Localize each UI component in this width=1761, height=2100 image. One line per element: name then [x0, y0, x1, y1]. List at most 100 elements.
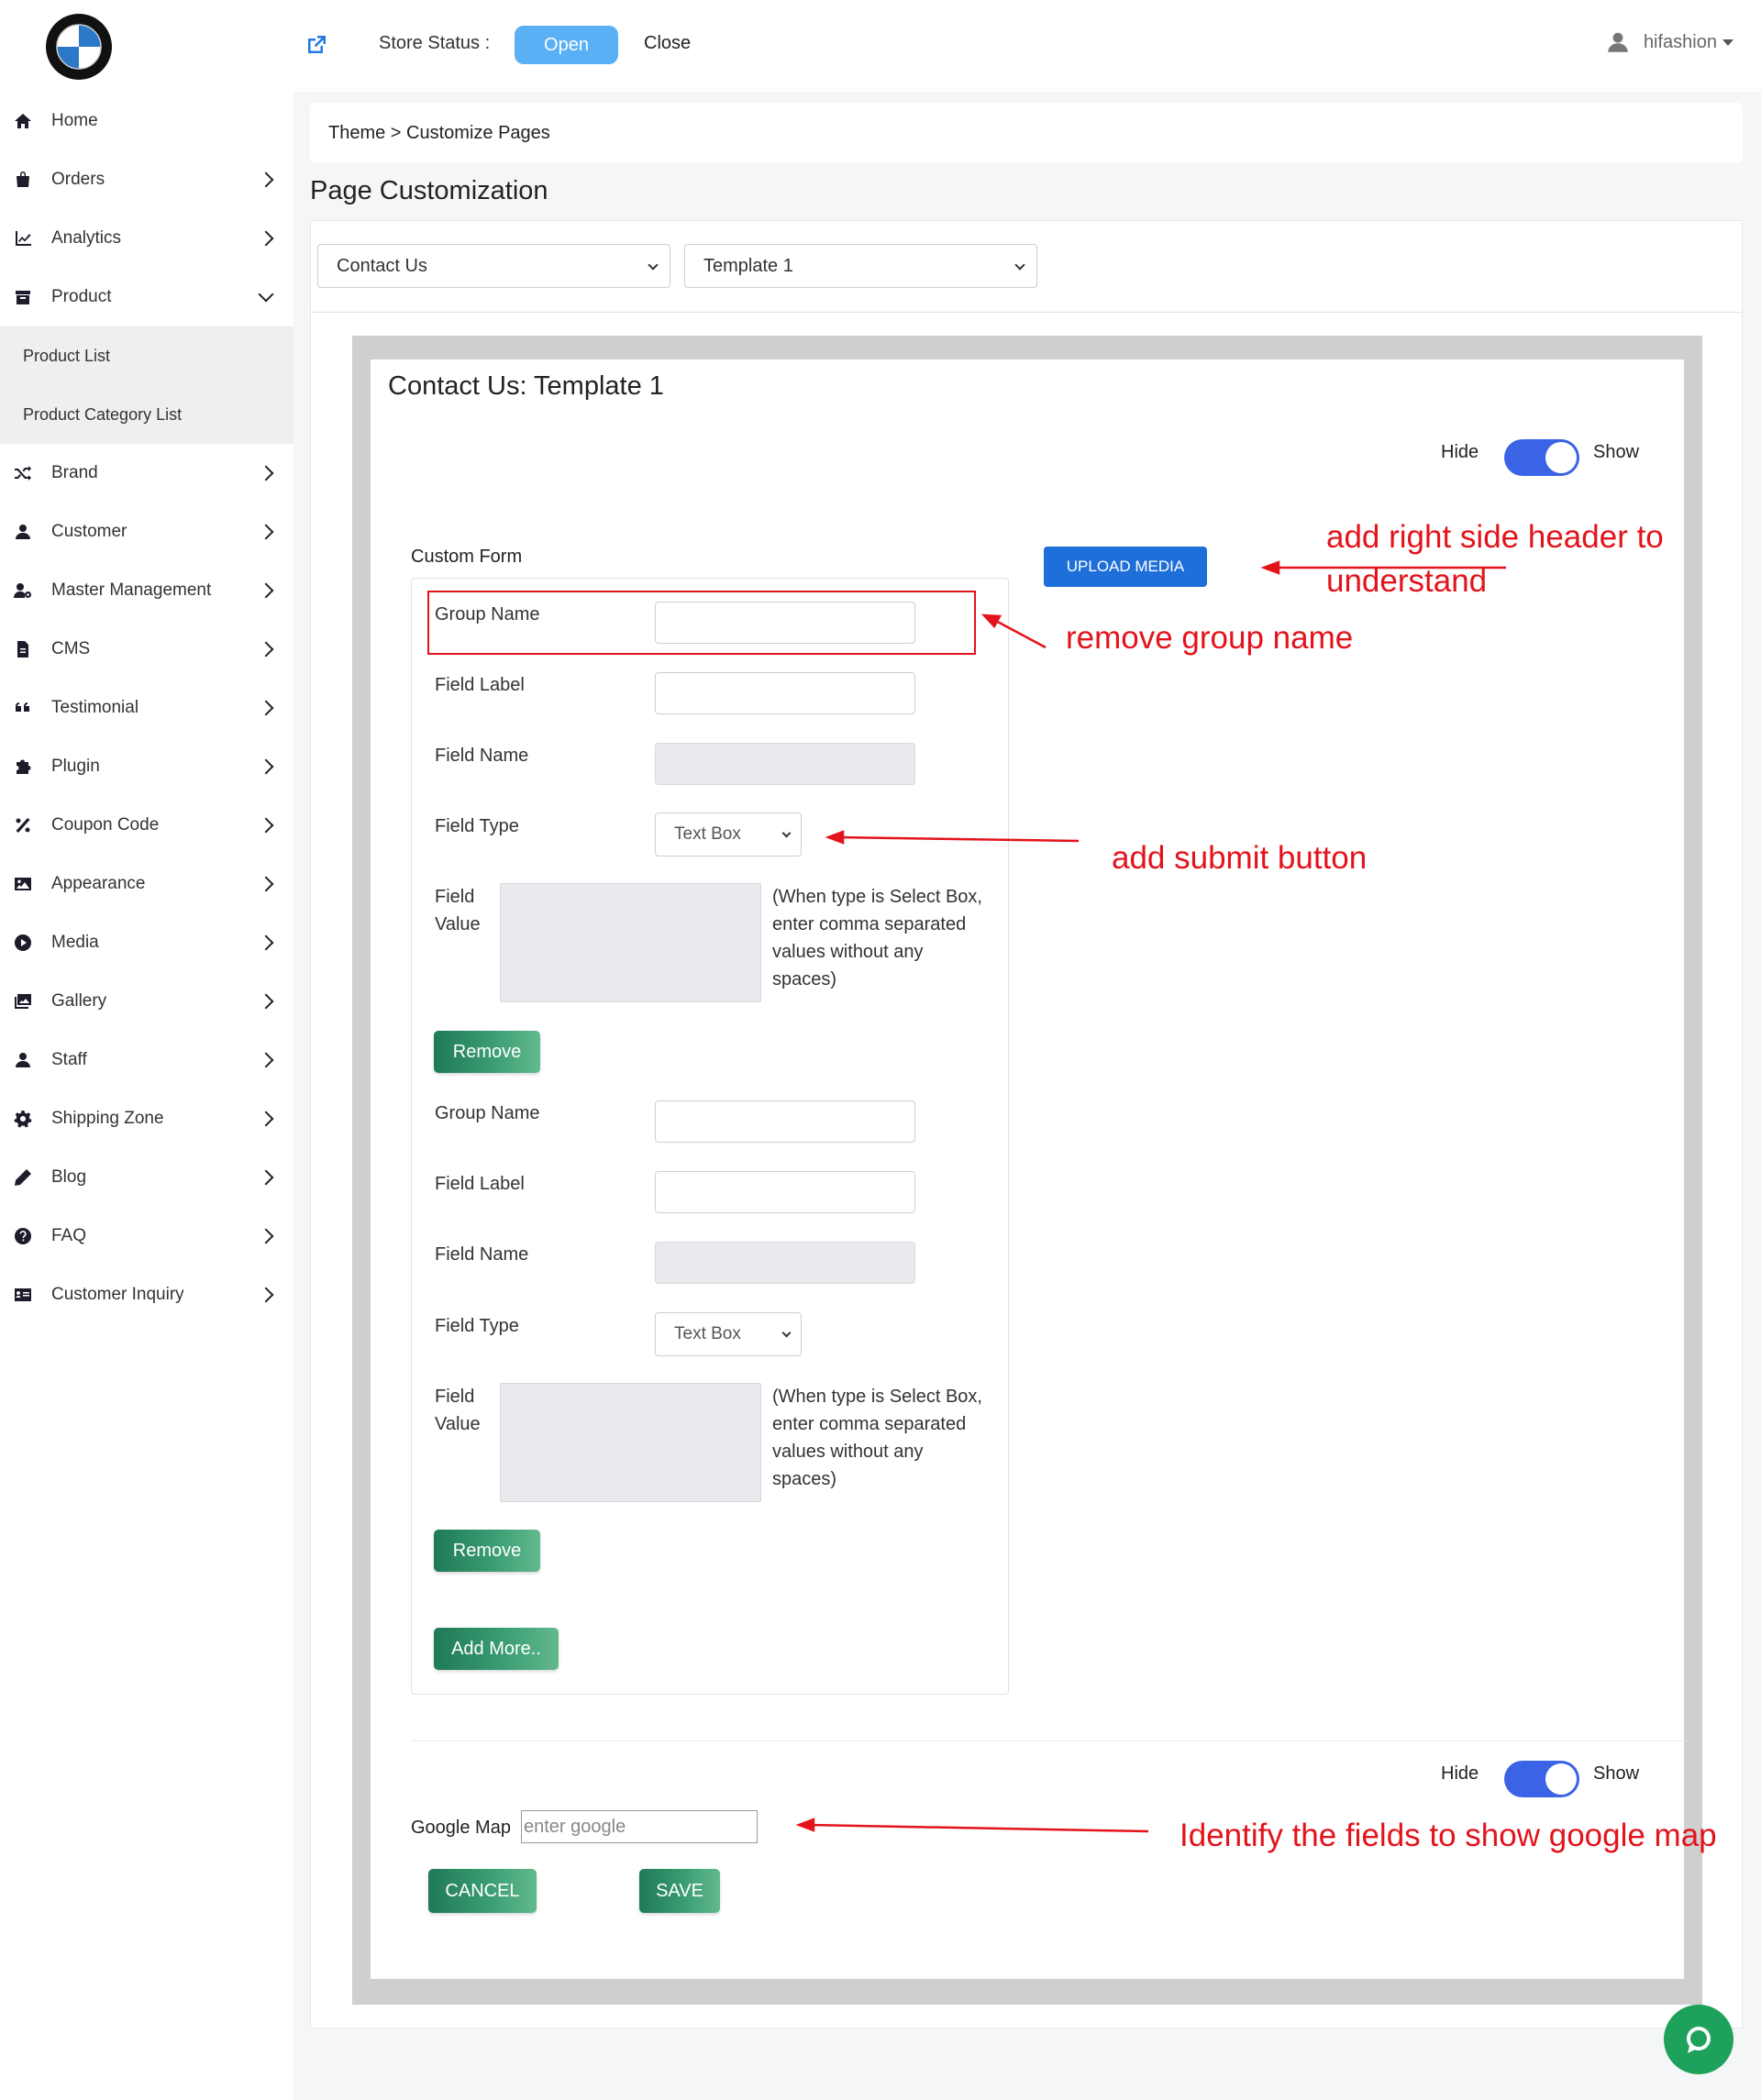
field-label-input[interactable] [655, 1171, 915, 1213]
google-map-label: Google Map [411, 1818, 511, 1838]
visibility-toggle[interactable] [1504, 1761, 1579, 1797]
sidebar-item-label: Brand [51, 463, 98, 482]
remove-button[interactable]: Remove [434, 1031, 540, 1073]
sidebar-item-home[interactable]: Home [0, 92, 294, 150]
sidebar-item-customer[interactable]: Customer [0, 503, 294, 561]
sidebar-item-brand[interactable]: Brand [0, 444, 294, 503]
product-submenu: Product List Product Category List [0, 326, 294, 444]
page-select-value: Contact Us [337, 255, 427, 276]
chat-widget-button[interactable] [1664, 2005, 1733, 2074]
field-name-label: Field Name [435, 746, 529, 766]
template-select[interactable]: Template 1 [684, 244, 1037, 288]
sidebar-item-analytics[interactable]: Analytics [0, 209, 294, 268]
toggle-show-label: Show [1593, 442, 1640, 462]
chevron-right-icon [258, 1052, 274, 1068]
sidebar-item-customer-inquiry[interactable]: Customer Inquiry [0, 1266, 294, 1324]
store-close-button[interactable]: Close [644, 33, 691, 54]
page-select[interactable]: Contact Us [317, 244, 670, 288]
quote-icon [13, 698, 33, 718]
chevron-right-icon [258, 524, 274, 540]
sidebar-item-label: Customer [51, 522, 127, 541]
sidebar-item-label: Orders [51, 170, 105, 189]
annotation-google-map: Identify the fields to show google map [1180, 1818, 1717, 1853]
pencil-icon [13, 1167, 33, 1188]
chevron-right-icon [258, 582, 274, 599]
chevron-down-icon [781, 1328, 792, 1338]
bmw-logo[interactable] [46, 14, 112, 80]
image-icon [13, 874, 33, 894]
chevron-right-icon [258, 1287, 274, 1303]
field-value-hint: (When type is Select Box, enter comma se… [772, 1387, 982, 1489]
sidebar-item-label: Coupon Code [51, 815, 160, 834]
chevron-down-icon [258, 286, 274, 303]
sidebar-item-plugin[interactable]: Plugin [0, 737, 294, 796]
field-value-textarea[interactable] [500, 883, 761, 1002]
sidebar-item-master-management[interactable]: Master Management [0, 561, 294, 620]
group-name-input[interactable] [655, 1100, 915, 1143]
field-type-select[interactable]: Text Box [655, 812, 802, 857]
chevron-right-icon [258, 1111, 274, 1127]
chevron-right-icon [258, 230, 274, 247]
puzzle-icon [13, 757, 33, 777]
sidebar-item-orders[interactable]: Orders [0, 150, 294, 209]
sidebar-item-cms[interactable]: CMS [0, 620, 294, 679]
id-card-icon [13, 1285, 33, 1305]
field-value-label: Value [435, 914, 481, 934]
save-button[interactable]: SAVE [639, 1869, 720, 1913]
visibility-toggle[interactable] [1504, 439, 1579, 476]
chevron-right-icon [258, 1228, 274, 1244]
chevron-right-icon [258, 641, 274, 658]
sidebar-item-testimonial[interactable]: Testimonial [0, 679, 294, 737]
sidebar-item-label: Shipping Zone [51, 1109, 164, 1128]
sidebar-nav: Home Orders Analytics Product Product Li… [0, 92, 294, 1324]
sidebar-item-label: Media [51, 933, 99, 952]
remove-button[interactable]: Remove [434, 1530, 540, 1572]
upload-media-button[interactable]: UPLOAD MEDIA [1044, 547, 1207, 587]
annotation-highlight-box [427, 591, 976, 655]
add-more-button[interactable]: Add More.. [434, 1628, 559, 1670]
sidebar-item-label: Customer Inquiry [51, 1285, 184, 1304]
sidebar-subitem-product-category-list[interactable]: Product Category List [0, 385, 294, 444]
sidebar-subitem-product-list[interactable]: Product List [0, 326, 294, 385]
chevron-down-icon [1014, 260, 1025, 271]
sidebar-item-label: Staff [51, 1050, 87, 1069]
percent-icon [13, 815, 33, 835]
sidebar-item-label: Plugin [51, 757, 100, 776]
sidebar-item-label: FAQ [51, 1226, 87, 1245]
chevron-right-icon [258, 817, 274, 834]
annotation-submit-button: add submit button [1112, 840, 1368, 876]
sidebar-item-product[interactable]: Product [0, 268, 294, 326]
annotation-right-header: add right side header to understand [1326, 519, 1664, 599]
sidebar-item-label: Home [51, 111, 98, 130]
images-icon [13, 991, 33, 1011]
sidebar-item-appearance[interactable]: Appearance [0, 855, 294, 913]
field-name-input [655, 1242, 915, 1284]
sidebar-item-faq[interactable]: FAQ [0, 1207, 294, 1266]
group-name-label: Group Name [435, 1103, 540, 1123]
sidebar-item-blog[interactable]: Blog [0, 1148, 294, 1207]
sidebar-item-staff[interactable]: Staff [0, 1031, 294, 1089]
card-title: Contact Us: Template 1 [388, 371, 664, 401]
cancel-button[interactable]: CANCEL [428, 1869, 537, 1913]
sidebar-item-gallery[interactable]: Gallery [0, 972, 294, 1031]
field-label-input[interactable] [655, 672, 915, 714]
toggle-show-label: Show [1593, 1763, 1640, 1784]
field-type-select[interactable]: Text Box [655, 1312, 802, 1356]
chevron-right-icon [258, 1169, 274, 1186]
sidebar-item-label: Blog [51, 1167, 87, 1187]
user-menu[interactable]: hifashion [1607, 31, 1733, 53]
sidebar-item-shipping-zone[interactable]: Shipping Zone [0, 1089, 294, 1148]
sidebar-item-media[interactable]: Media [0, 913, 294, 972]
sidebar-item-coupon-code[interactable]: Coupon Code [0, 796, 294, 855]
google-map-input[interactable]: enter google [521, 1810, 758, 1843]
chevron-right-icon [258, 934, 274, 951]
sidebar-item-label: Analytics [51, 228, 122, 248]
field-label-label: Field Label [435, 1174, 525, 1194]
field-value-label: Field [435, 1387, 475, 1407]
store-open-button[interactable]: Open [515, 26, 618, 64]
field-value-textarea[interactable] [500, 1383, 761, 1502]
external-link-icon[interactable] [305, 33, 328, 57]
chevron-right-icon [258, 465, 274, 481]
question-circle-icon [13, 1226, 33, 1246]
toggle-knob [1545, 442, 1577, 473]
